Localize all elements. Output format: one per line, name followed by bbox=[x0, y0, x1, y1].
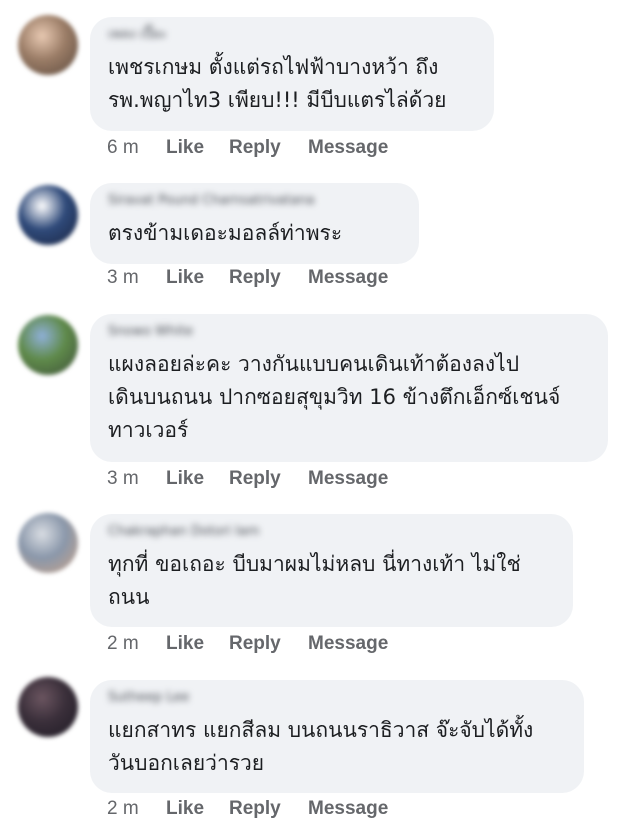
avatar[interactable] bbox=[18, 315, 78, 375]
comment-text: ทุกที่ ขอเถอะ บีบมาผมไม่หลบ นี่ทางเท้า ไ… bbox=[108, 552, 521, 609]
comment-author[interactable]: Siravat Pound Charnsatrivatana bbox=[108, 192, 401, 210]
comment-author[interactable]: เพลง เปี๊ยะ bbox=[108, 26, 476, 44]
reply-button[interactable]: Reply bbox=[229, 797, 308, 821]
message-button[interactable]: Message bbox=[308, 266, 388, 290]
comment-text: แผงลอยล่ะคะ วางกันแบบคนเดินเท้าต้องลงไป … bbox=[108, 352, 561, 442]
reply-button[interactable]: Reply bbox=[229, 632, 308, 656]
like-button[interactable]: Like bbox=[166, 632, 229, 656]
comment-timestamp[interactable]: 6 m bbox=[107, 136, 166, 160]
comment-actions: 2 m Like Reply Message bbox=[107, 632, 388, 656]
like-button[interactable]: Like bbox=[166, 266, 229, 290]
avatar[interactable] bbox=[18, 185, 78, 245]
comment-author[interactable]: Chakraphan Dotori Iam bbox=[108, 523, 555, 541]
comment-actions: 2 m Like Reply Message bbox=[107, 797, 388, 821]
comment-timestamp[interactable]: 3 m bbox=[107, 467, 166, 491]
like-button[interactable]: Like bbox=[166, 136, 229, 160]
comment-bubble: Snowo White แผงลอยล่ะคะ วางกันแบบคนเดินเ… bbox=[90, 314, 608, 462]
reply-button[interactable]: Reply bbox=[229, 467, 308, 491]
comment-bubble: Siravat Pound Charnsatrivatana ตรงข้ามเด… bbox=[90, 183, 419, 264]
avatar[interactable] bbox=[18, 677, 78, 737]
comment-timestamp[interactable]: 2 m bbox=[107, 632, 166, 656]
comment-timestamp[interactable]: 2 m bbox=[107, 797, 166, 821]
comment-actions: 6 m Like Reply Message bbox=[107, 136, 388, 160]
comment-author[interactable]: Snowo White bbox=[108, 323, 590, 341]
comment-author[interactable]: Sutheep Lee bbox=[108, 689, 566, 707]
comment-bubble: เพลง เปี๊ยะ เพชรเกษม ตั้งแต่รถไฟฟ้าบางหว… bbox=[90, 17, 494, 131]
message-button[interactable]: Message bbox=[308, 467, 388, 491]
message-button[interactable]: Message bbox=[308, 797, 388, 821]
avatar[interactable] bbox=[18, 513, 78, 573]
avatar[interactable] bbox=[18, 15, 78, 75]
comment-actions: 3 m Like Reply Message bbox=[107, 266, 388, 290]
comment-text: แยกสาทร แยกสีลม บนถนนราธิวาส จ๊ะจับได้ทั… bbox=[108, 718, 534, 775]
comment-bubble: Chakraphan Dotori Iam ทุกที่ ขอเถอะ บีบม… bbox=[90, 514, 573, 627]
reply-button[interactable]: Reply bbox=[229, 266, 308, 290]
message-button[interactable]: Message bbox=[308, 136, 388, 160]
comment-actions: 3 m Like Reply Message bbox=[107, 467, 388, 491]
like-button[interactable]: Like bbox=[166, 467, 229, 491]
comment-text: เพชรเกษม ตั้งแต่รถไฟฟ้าบางหว้า ถึง รพ.พญ… bbox=[108, 55, 447, 112]
reply-button[interactable]: Reply bbox=[229, 136, 308, 160]
like-button[interactable]: Like bbox=[166, 797, 229, 821]
comment-bubble: Sutheep Lee แยกสาทร แยกสีลม บนถนนราธิวาส… bbox=[90, 680, 584, 793]
comment-timestamp[interactable]: 3 m bbox=[107, 266, 166, 290]
comment-text: ตรงข้ามเดอะมอลล์ท่าพระ bbox=[108, 221, 343, 245]
message-button[interactable]: Message bbox=[308, 632, 388, 656]
